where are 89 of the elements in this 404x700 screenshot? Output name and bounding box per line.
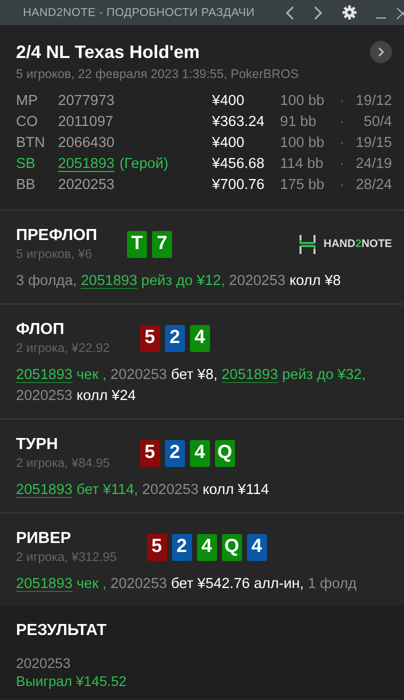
action-text: чек , xyxy=(75,576,108,592)
separator-dot: · xyxy=(338,155,346,174)
street-name: ФЛОП xyxy=(16,321,66,339)
player-name: 2020253 xyxy=(142,482,199,498)
player-name: 2020253 xyxy=(16,388,72,404)
next-button[interactable] xyxy=(370,41,392,63)
street-name: ПРЕФЛОП xyxy=(16,227,98,245)
logo-text: HAND2NOTE xyxy=(324,238,392,250)
board-card: 4 xyxy=(190,324,210,352)
player-position: CO xyxy=(16,113,39,132)
player-stats: 24/19 xyxy=(354,155,392,174)
board-card: 4 xyxy=(246,534,267,560)
street-subtitle: 2 игрока, ¥22.92 xyxy=(16,341,110,355)
result-title: РЕЗУЛЬТАТ xyxy=(16,622,108,640)
player-position: BB xyxy=(16,176,36,195)
action-text: чек , xyxy=(75,367,108,383)
stack-amount: ¥456.68 xyxy=(212,155,266,174)
player-name: 2020253 xyxy=(58,176,114,195)
winner-name: 2020253 xyxy=(16,655,72,671)
player-name: 2020253 xyxy=(110,576,167,592)
hero-link[interactable]: 2051893 xyxy=(16,576,72,592)
stack-bb: 100 bb xyxy=(280,134,326,153)
stack-amount: ¥700.76 xyxy=(212,176,266,195)
forward-icon[interactable] xyxy=(313,6,323,20)
player-position: BTN xyxy=(16,134,46,153)
street-name: ТУРН xyxy=(16,436,59,454)
player-name: 2020253 xyxy=(110,367,167,383)
stack-bb: 114 bb xyxy=(280,155,324,174)
player-position: SB xyxy=(16,155,36,174)
player-name[interactable]: 2051893 xyxy=(58,154,114,174)
action-text: рейз до ¥32, xyxy=(281,367,366,383)
action-text: 3 фолда, xyxy=(16,273,78,289)
action-text: бет ¥114, xyxy=(75,482,140,498)
stack-bb: 91 bb xyxy=(280,113,318,132)
player-stats: 50/4 xyxy=(362,113,392,132)
action-text: колл ¥8 xyxy=(288,273,341,289)
winnings-text: Выиграл ¥145.52 xyxy=(16,673,128,689)
player-name: 2020253 xyxy=(229,273,286,289)
board-card: 7 xyxy=(152,230,172,258)
hand-title: 2/4 NL Texas Hold'em xyxy=(16,42,200,62)
player-stats: 19/15 xyxy=(354,134,392,153)
player-stats: 19/12 xyxy=(354,92,392,111)
separator-dot: · xyxy=(338,134,346,153)
hero-link[interactable]: 2051893 xyxy=(16,367,72,383)
hero-link[interactable]: 2051893 xyxy=(16,482,72,498)
stack-bb: 100 bb xyxy=(280,92,326,111)
hero-label: (Герой) xyxy=(119,155,168,174)
close-icon[interactable] xyxy=(395,6,404,20)
board-card: 4 xyxy=(196,534,217,560)
player-position: MP xyxy=(16,92,39,111)
hand-subtitle: 5 игроков, 22 февраля 2023 1:39:55, PokerBROS xyxy=(16,67,300,81)
board-card: Q xyxy=(222,534,242,560)
board-card: T xyxy=(127,230,148,258)
stack-amount: ¥400 xyxy=(212,134,246,153)
board-card: Q xyxy=(214,440,235,466)
player-stats: 28/24 xyxy=(354,176,392,195)
hero-link[interactable]: 2051893 xyxy=(80,273,138,289)
settings-icon[interactable] xyxy=(342,5,357,20)
board-card: 5 xyxy=(146,534,167,560)
action-text: 1 фолд xyxy=(308,576,357,592)
player-name: 2077973 xyxy=(58,92,114,111)
board-card: 4 xyxy=(190,440,210,466)
action-text: колл ¥114 xyxy=(202,482,269,498)
action-text: колл ¥24 xyxy=(75,388,136,404)
board-card: 5 xyxy=(140,440,160,466)
separator-dot: · xyxy=(338,92,346,111)
player-name: 2011097 xyxy=(58,113,114,132)
player-name: 2066430 xyxy=(58,134,114,153)
back-icon[interactable] xyxy=(285,6,295,20)
board-card: 2 xyxy=(172,534,192,560)
action-text: бет ¥542.76 алл-ин, xyxy=(170,576,305,592)
stack-amount: ¥363.24 xyxy=(212,113,266,132)
separator-dot: · xyxy=(338,113,346,132)
action-text: рейз до ¥12, xyxy=(140,273,226,289)
chevron-icon xyxy=(377,47,385,57)
street-name: РИВЕР xyxy=(16,530,72,548)
logo-icon xyxy=(298,234,316,254)
street-subtitle: 2 игрока, ¥312.95 xyxy=(16,550,117,564)
street-subtitle: 2 игрока, ¥84.95 xyxy=(16,456,110,470)
window-title: HAND2NOTE - ПОДРОБНОСТИ РАЗДАЧИ xyxy=(23,6,255,18)
stack-amount: ¥400 xyxy=(212,92,246,111)
separator-dot: · xyxy=(338,176,346,195)
board-card: 2 xyxy=(164,440,185,466)
board-card: 2 xyxy=(164,324,185,352)
hero-link[interactable]: 2051893 xyxy=(222,367,278,383)
action-text: бет ¥8, xyxy=(170,367,219,383)
stack-bb: 175 bb xyxy=(280,176,326,195)
board-card: 5 xyxy=(140,324,160,352)
street-subtitle: 5 игроков, ¥6 xyxy=(16,247,93,261)
